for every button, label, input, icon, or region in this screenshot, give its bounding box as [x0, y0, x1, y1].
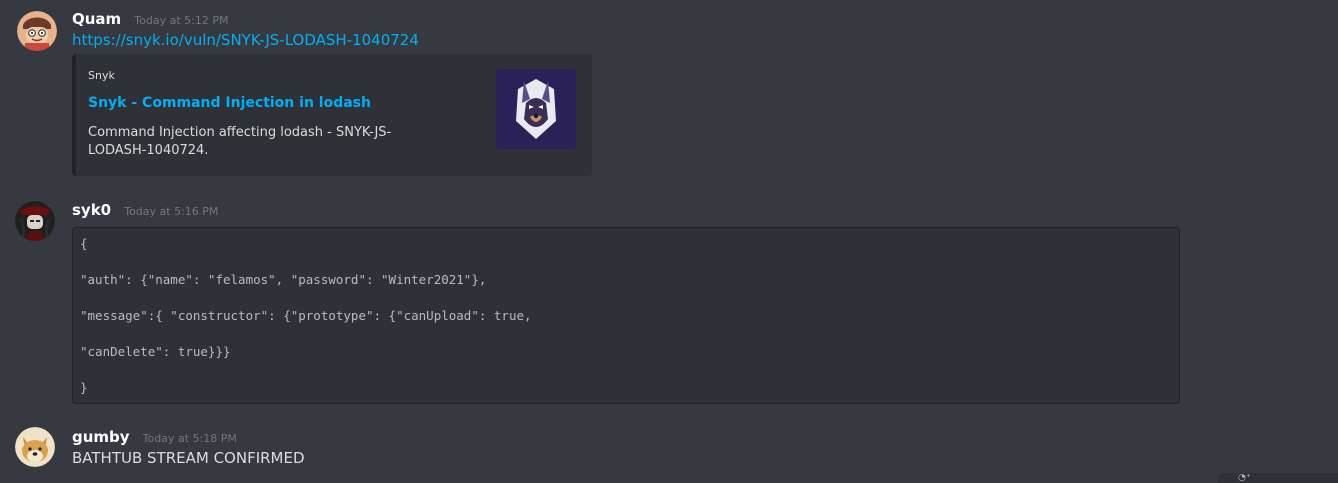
embed-title[interactable]: Snyk - Command Injection in lodash	[88, 95, 371, 111]
timestamp: Today at 5:16 PM	[124, 205, 219, 218]
message-content: BATHTUB STREAM CONFIRMED	[72, 449, 305, 467]
cartoon-avatar-icon	[17, 11, 57, 51]
hover-toolbar-peek[interactable]: ◔⁺	[1218, 473, 1338, 483]
embed-thumbnail[interactable]	[496, 69, 576, 149]
reaction-icon[interactable]: ◔⁺	[1238, 473, 1251, 483]
username[interactable]: syk0	[72, 201, 111, 219]
timestamp: Today at 5:12 PM	[134, 14, 229, 27]
avatar-syk0[interactable]	[15, 201, 55, 241]
embed-provider: Snyk	[88, 69, 115, 82]
message-quam: Quam Today at 5:12 PM https://snyk.io/vu…	[0, 0, 1338, 185]
chat-message-list: Quam Today at 5:12 PM https://snyk.io/vu…	[0, 0, 1338, 483]
code-line: "canDelete": true}}}	[80, 344, 231, 359]
avatar-gumby[interactable]	[15, 427, 55, 467]
username[interactable]: Quam	[72, 10, 121, 28]
code-line: "message":{ "constructor": {"prototype":…	[80, 308, 532, 323]
code-line: {	[80, 236, 88, 251]
timestamp: Today at 5:18 PM	[142, 432, 237, 445]
message-syk0: syk0 Today at 5:16 PM { "auth": {"name":…	[0, 199, 1338, 414]
avatar-quam[interactable]	[17, 11, 57, 51]
message-gumby: gumby Today at 5:18 PM BATHTUB STREAM CO…	[0, 426, 1338, 483]
message-header: Quam Today at 5:12 PM	[72, 8, 228, 30]
link-embed: Snyk Snyk - Command Injection in lodash …	[72, 54, 592, 176]
dark-character-avatar-icon	[15, 201, 55, 241]
message-header: gumby Today at 5:18 PM	[72, 426, 237, 448]
message-content: https://snyk.io/vuln/SNYK-JS-LODASH-1040…	[72, 29, 419, 51]
code-block[interactable]: { "auth": {"name": "felamos", "password"…	[72, 227, 1180, 404]
doge-avatar-icon	[15, 427, 55, 467]
code-line: "auth": {"name": "felamos", "password": …	[80, 272, 487, 287]
embed-description: Command Injection affecting lodash - SNY…	[88, 125, 392, 158]
vuln-link[interactable]: https://snyk.io/vuln/SNYK-JS-LODASH-1040…	[72, 31, 419, 49]
username[interactable]: gumby	[72, 428, 130, 446]
code-line: }	[80, 380, 88, 395]
message-header: syk0 Today at 5:16 PM	[72, 199, 218, 221]
snyk-dog-logo-icon	[496, 69, 576, 149]
